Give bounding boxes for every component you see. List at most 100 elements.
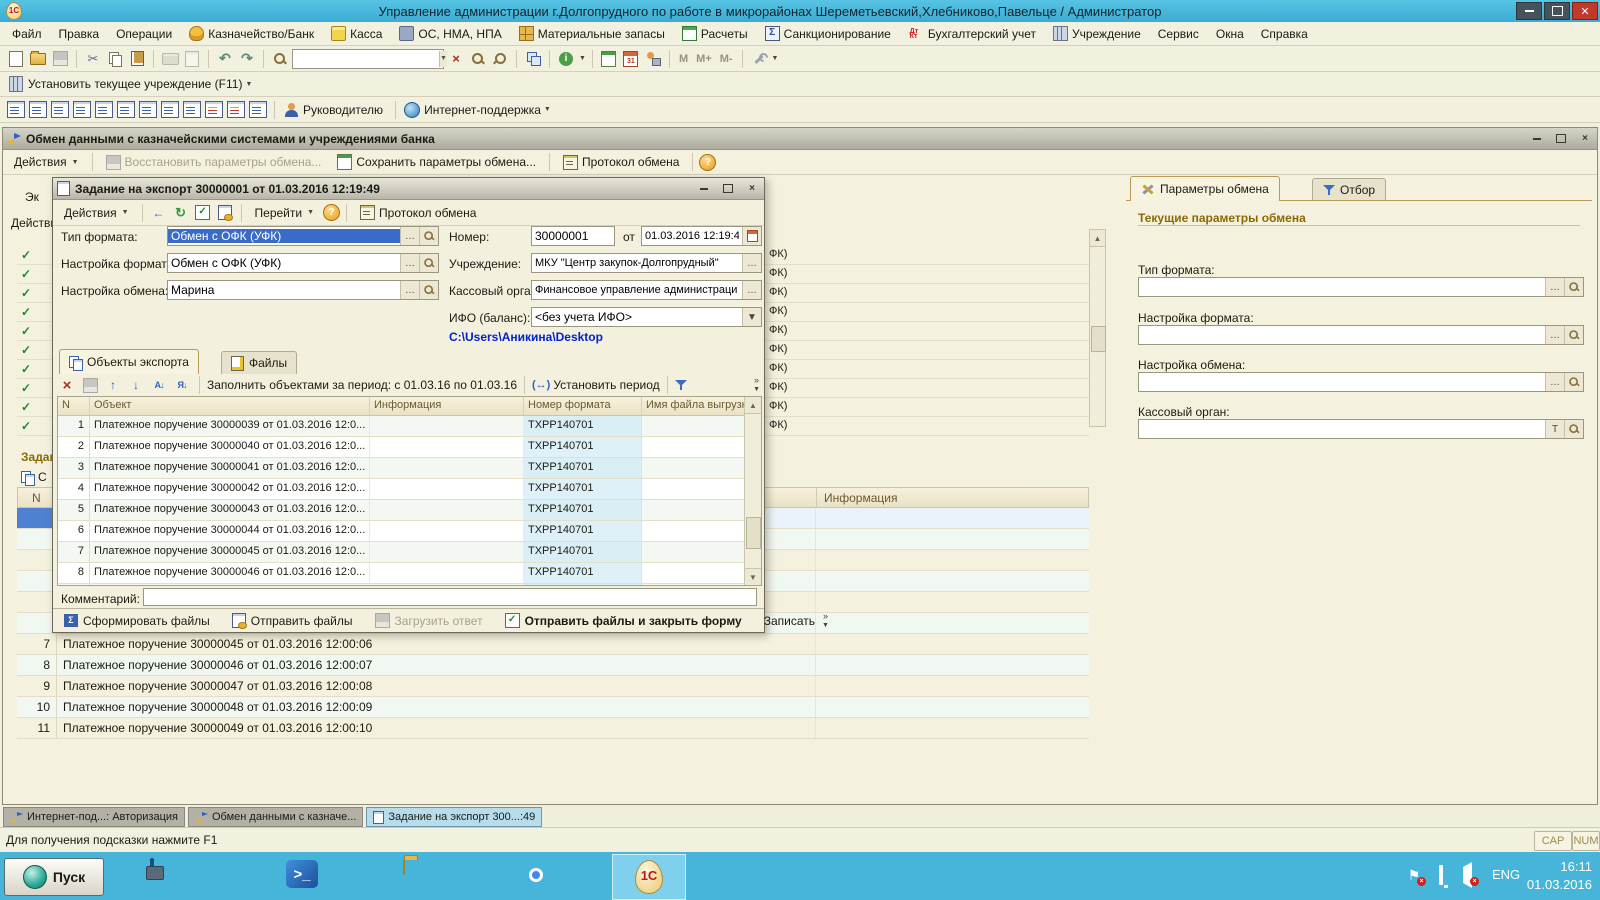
write-object-button[interactable]: ← <box>149 204 169 222</box>
table-row[interactable]: 1 Платежное поручение 30000039 от 01.03.… <box>58 416 761 437</box>
table-row[interactable]: 5 Платежное поручение 30000043 от 01.03.… <box>58 500 761 521</box>
tasks-tab-fragment[interactable]: С <box>21 468 47 486</box>
magnifier-button[interactable] <box>1564 373 1583 391</box>
windows-list-button[interactable] <box>523 50 543 68</box>
memory-add-button[interactable]: M+ <box>693 53 715 65</box>
goto-button[interactable]: Перейти▼ <box>248 203 322 223</box>
search-button[interactable] <box>270 50 290 68</box>
clock[interactable]: 16:11 01.03.2016 <box>1527 858 1592 894</box>
dialog-actions-button[interactable]: Действия▼ <box>57 203 136 223</box>
tab-export-objects[interactable]: Объекты экспорта <box>59 349 199 374</box>
memory-subtract-button[interactable]: M- <box>717 53 736 65</box>
column-header-info[interactable]: Информация <box>824 491 897 505</box>
language-indicator[interactable]: ENG <box>1492 867 1520 882</box>
taskbar-explorer-button[interactable] <box>403 860 405 874</box>
window-tab[interactable]: Интернет-под...: Авторизация <box>3 807 185 827</box>
search-input[interactable] <box>293 51 439 67</box>
window-tab[interactable]: Обмен данными с казначе... <box>188 807 363 827</box>
dialog-maximize-button[interactable] <box>720 182 736 196</box>
magnifier-button[interactable] <box>419 227 438 245</box>
undo-button[interactable]: ↶ <box>215 50 235 68</box>
task-object-row[interactable]: 10 Платежное поручение 30000048 от 01.03… <box>17 697 1089 718</box>
internet-support-button[interactable] <box>402 101 422 119</box>
report-button-7[interactable] <box>138 101 158 119</box>
report-button-11[interactable] <box>226 101 246 119</box>
paste-button[interactable] <box>127 50 147 68</box>
scroll-up-button[interactable]: ▲ <box>745 397 761 414</box>
scroll-down-button[interactable]: ▼ <box>745 568 761 585</box>
taskbar-1c-button[interactable]: 1С <box>612 854 686 900</box>
format-type-input[interactable] <box>1139 280 1545 294</box>
send-and-close-button[interactable]: ✓Отправить файлы и закрыть форму <box>498 611 749 631</box>
column-header-n[interactable]: N <box>32 491 41 505</box>
tray-flag-button[interactable]: ⚑× <box>1405 866 1423 884</box>
clear-search-button[interactable]: × <box>446 50 466 68</box>
new-document-button[interactable] <box>6 50 26 68</box>
taskbar-powershell-button[interactable] <box>286 860 318 888</box>
menu-item[interactable]: ОС, НМА, НПА <box>399 26 501 41</box>
ellipsis-button[interactable]: … <box>1545 278 1564 296</box>
ellipsis-button[interactable]: … <box>742 281 761 299</box>
settings-button[interactable] <box>749 50 769 68</box>
exchange-close-button[interactable]: × <box>1577 132 1593 146</box>
save-button[interactable] <box>50 50 70 68</box>
more-buttons[interactable]: »▼ <box>822 612 831 630</box>
move-down-button[interactable]: ↓ <box>126 376 146 394</box>
report-button-6[interactable] <box>116 101 136 119</box>
calendar-button[interactable]: 31 <box>621 50 641 68</box>
internet-support-label[interactable]: Интернет-поддержка <box>424 103 541 117</box>
find-next-button[interactable] <box>468 50 488 68</box>
maximize-button[interactable] <box>1544 2 1570 20</box>
report-button-10[interactable] <box>204 101 224 119</box>
cash-org-input[interactable] <box>1139 422 1545 436</box>
ifo-dropdown-button[interactable]: ▼ <box>742 308 761 326</box>
datetime-input[interactable] <box>642 230 742 242</box>
calendar-button[interactable] <box>742 227 761 245</box>
fill-by-period-button[interactable]: Заполнить объектами за период: с 01.03.1… <box>207 378 517 392</box>
magnifier-button[interactable] <box>1564 278 1583 296</box>
find-prev-button[interactable] <box>490 50 510 68</box>
open-button[interactable] <box>28 50 48 68</box>
manager-label[interactable]: Руководителю <box>303 103 383 117</box>
close-button[interactable]: ✕ <box>1572 2 1598 20</box>
user-permissions-button[interactable] <box>643 50 663 68</box>
export-path-link[interactable]: C:\Users\Аникина\Desktop <box>449 330 603 344</box>
ellipsis-button[interactable]: … <box>742 254 761 272</box>
exchange-minimize-button[interactable] <box>1529 132 1545 146</box>
menu-item[interactable]: Учреждение <box>1053 26 1141 41</box>
generate-files-button[interactable]: ΣСформировать файлы <box>57 611 217 631</box>
save-params-button[interactable]: Сохранить параметры обмена... <box>330 151 543 173</box>
print-preview-button[interactable] <box>182 50 202 68</box>
table-row[interactable]: 2 Платежное поручение 30000040 от 01.03.… <box>58 437 761 458</box>
dialog-protocol-button[interactable]: Протокол обмена <box>353 202 483 223</box>
more-buttons[interactable]: »▼ <box>753 376 762 394</box>
help-button[interactable]: ? <box>699 154 716 171</box>
cash-org-input[interactable] <box>532 284 742 296</box>
scrollbar-thumb[interactable] <box>1091 326 1106 352</box>
check-file-button[interactable]: ✓ <box>193 204 213 222</box>
dialog-minimize-button[interactable] <box>696 182 712 196</box>
format-type-input[interactable] <box>168 229 400 243</box>
set-institution-dropdown-icon[interactable]: ▼ <box>245 81 252 88</box>
restore-params-button[interactable]: Восстановить параметры обмена... <box>99 152 329 173</box>
set-period-button[interactable]: Установить период <box>553 378 659 392</box>
report-button-12[interactable] <box>248 101 268 119</box>
table-row[interactable]: 4 Платежное поручение 30000042 от 01.03.… <box>58 479 761 500</box>
menu-item[interactable]: Санкционирование <box>765 26 891 41</box>
scroll-up-button[interactable]: ▲ <box>1090 230 1105 247</box>
column-header-n[interactable]: N <box>58 397 90 415</box>
calculator-button[interactable] <box>599 50 619 68</box>
redo-button[interactable]: ↷ <box>237 50 257 68</box>
internet-dropdown-icon[interactable]: ▼ <box>544 106 551 113</box>
menu-item[interactable]: Файл <box>12 27 42 41</box>
load-answer-button[interactable]: Загрузить ответ <box>368 611 490 631</box>
save-rows-button[interactable] <box>80 376 100 394</box>
table-row[interactable]: 3 Платежное поручение 30000041 от 01.03.… <box>58 458 761 479</box>
number-input[interactable] <box>532 229 614 243</box>
magnifier-button[interactable] <box>419 254 438 272</box>
start-button[interactable]: Пуск <box>4 858 104 896</box>
format-setting-input[interactable] <box>168 256 400 270</box>
exchange-setting-input[interactable] <box>1139 375 1545 389</box>
set-institution-button[interactable] <box>6 75 26 93</box>
column-header-object[interactable]: Объект <box>90 397 370 415</box>
